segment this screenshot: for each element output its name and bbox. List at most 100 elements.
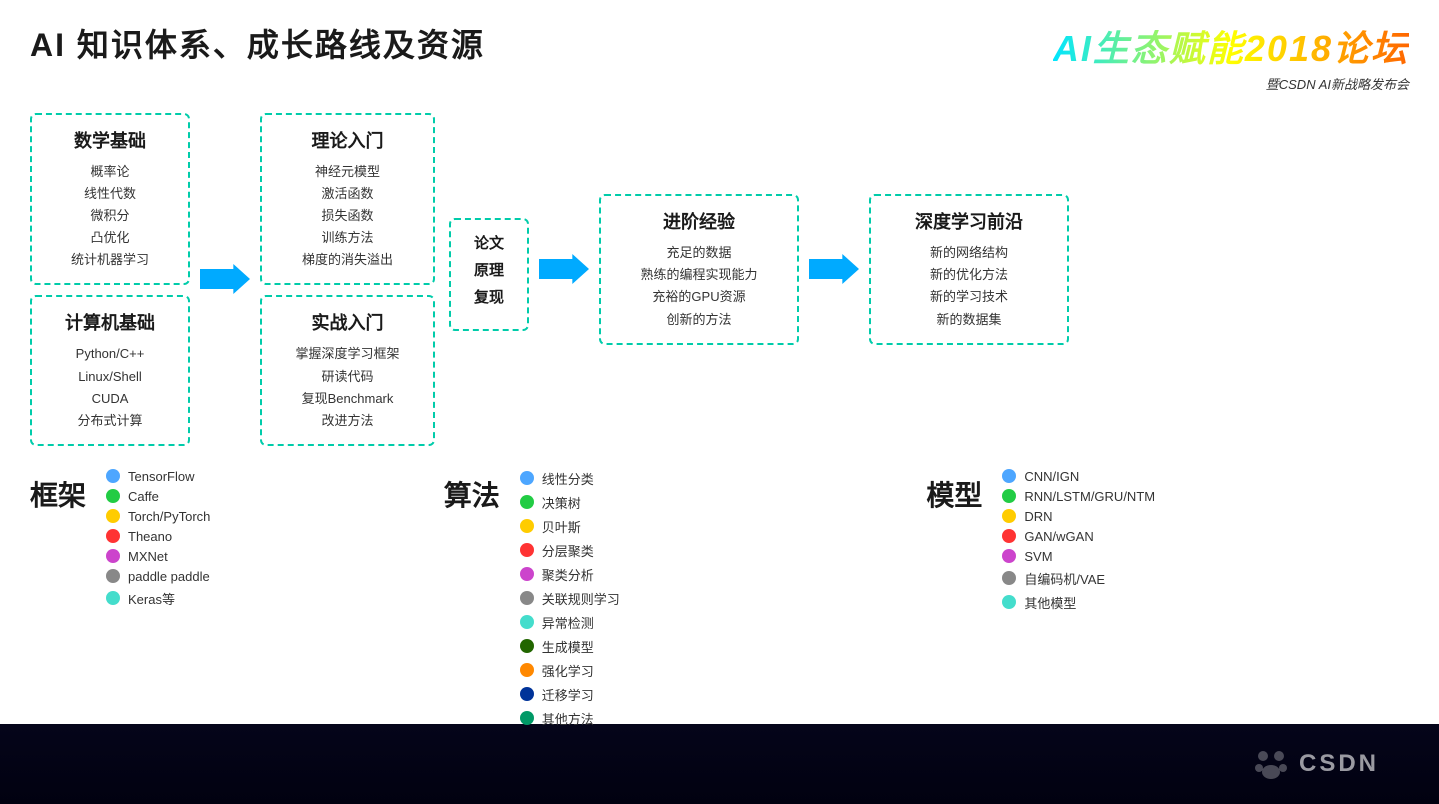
list-item: 自编码机/VAE (1002, 569, 1155, 588)
list-item: 分层聚类 (520, 541, 620, 560)
list-item: 聚类分析 (520, 565, 620, 584)
dot-mxnet (106, 549, 120, 563)
framework-mxnet: MXNet (128, 549, 168, 564)
algo-tree: 决策树 (542, 493, 581, 512)
list-item: SVM (1002, 549, 1155, 564)
models-label: 模型 (926, 474, 982, 514)
csdn-text: CSDN (1299, 750, 1379, 778)
dot-theano (106, 529, 120, 543)
model-cnn: CNN/IGN (1024, 469, 1079, 484)
algo-gen: 生成模型 (542, 637, 594, 656)
computer-title: 计算机基础 (48, 309, 172, 335)
algorithms-list: 线性分类 决策树 贝叶斯 分层聚类 聚类分析 (520, 469, 620, 728)
list-item: 其他模型 (1002, 593, 1155, 612)
dot-other-algo (520, 711, 534, 725)
algo-other: 其他方法 (542, 709, 594, 728)
dot-paddle (106, 569, 120, 583)
theory-title: 理论入门 (278, 127, 417, 153)
list-item: 迁移学习 (520, 685, 620, 704)
list-item: 线性分类 (520, 469, 620, 488)
logo-sub: 暨CSDN AI新战略发布会 (1266, 74, 1409, 93)
list-item: 其他方法 (520, 709, 620, 728)
dot-bayes (520, 519, 534, 533)
deep-items: 新的网络结构新的优化方法新的学习技术新的数据集 (887, 242, 1051, 330)
dot-tensorflow (106, 469, 120, 483)
csdn-icon (1251, 744, 1291, 784)
deep-box: 深度学习前沿 新的网络结构新的优化方法新的学习技术新的数据集 (869, 194, 1069, 344)
model-rnn: RNN/LSTM/GRU/NTM (1024, 489, 1155, 504)
algo-cluster: 聚类分析 (542, 565, 594, 584)
list-item: Keras等 (106, 589, 210, 608)
left-boxes: 数学基础 概率论线性代数微积分凸优化统计机器学习 计算机基础 Python/C+… (30, 113, 190, 446)
algo-transfer: 迁移学习 (542, 685, 594, 704)
dot-tree (520, 495, 534, 509)
logo-main: AI生态赋能2018论坛 (1053, 20, 1409, 72)
advanced-title: 进阶经验 (617, 208, 781, 234)
practice-title: 实战入门 (278, 309, 417, 335)
model-svm: SVM (1024, 549, 1052, 564)
dot-cnn (1002, 469, 1016, 483)
main-content: AI 知识体系、成长路线及资源 AI生态赋能2018论坛 暨CSDN AI新战略… (0, 0, 1439, 720)
list-item: DRN (1002, 509, 1155, 524)
csdn-logo: CSDN (1251, 744, 1379, 784)
list-item: Torch/PyTorch (106, 509, 210, 524)
top-diagram: 数学基础 概率论线性代数微积分凸优化统计机器学习 计算机基础 Python/C+… (30, 113, 1409, 446)
theory-box: 理论入门 神经元模型激活函数损失函数训练方法梯度的消失溢出 (260, 113, 435, 285)
dot-linear (520, 471, 534, 485)
list-item: CNN/IGN (1002, 469, 1155, 484)
algo-assoc: 关联规则学习 (542, 589, 620, 608)
framework-caffe: Caffe (128, 489, 159, 504)
math-title: 数学基础 (48, 127, 172, 153)
advanced-items: 充足的数据熟练的编程实现能力充裕的GPU资源创新的方法 (617, 242, 781, 330)
list-item: 异常检测 (520, 613, 620, 632)
practice-box: 实战入门 掌握深度学习框架研读代码复现Benchmark改进方法 (260, 295, 435, 445)
framework-paddle: paddle paddle (128, 569, 210, 584)
algo-bayes: 贝叶斯 (542, 517, 581, 536)
logo-area: AI生态赋能2018论坛 暨CSDN AI新战略发布会 (1053, 20, 1409, 93)
dot-gen (520, 639, 534, 653)
list-item: 贝叶斯 (520, 517, 620, 536)
dot-rl (520, 663, 534, 677)
list-item: MXNet (106, 549, 210, 564)
dot-svm (1002, 549, 1016, 563)
dot-hier (520, 543, 534, 557)
framework-keras: Keras等 (128, 589, 175, 608)
footer: CSDN (0, 724, 1439, 804)
dot-caffe (106, 489, 120, 503)
list-item: paddle paddle (106, 569, 210, 584)
dot-torch (106, 509, 120, 523)
framework-theano: Theano (128, 529, 172, 544)
model-other: 其他模型 (1024, 593, 1076, 612)
list-item: 强化学习 (520, 661, 620, 680)
dot-keras (106, 591, 120, 605)
algorithms-label: 算法 (444, 474, 500, 514)
dot-drn (1002, 509, 1016, 523)
algo-hier: 分层聚类 (542, 541, 594, 560)
list-item: GAN/wGAN (1002, 529, 1155, 544)
arrow2 (539, 249, 589, 289)
list-item: 关联规则学习 (520, 589, 620, 608)
arrow3 (809, 249, 859, 289)
practice-items: 掌握深度学习框架研读代码复现Benchmark改进方法 (278, 343, 417, 431)
bottom-section: 框架 TensorFlow Caffe Torch/PyTorch Theano (30, 464, 1409, 728)
model-gan: GAN/wGAN (1024, 529, 1093, 544)
list-item: TensorFlow (106, 469, 210, 484)
models-section: 模型 CNN/IGN RNN/LSTM/GRU/NTM DRN GAN/wGAN (926, 464, 1409, 728)
dot-assoc (520, 591, 534, 605)
page-title: AI 知识体系、成长路线及资源 (30, 20, 485, 66)
arrow1 (200, 259, 250, 299)
framework-tensorflow: TensorFlow (128, 469, 194, 484)
frameworks-section: 框架 TensorFlow Caffe Torch/PyTorch Theano (30, 464, 444, 728)
list-item: Caffe (106, 489, 210, 504)
frameworks-label: 框架 (30, 474, 86, 514)
paper-box: 论文原理复现 (449, 218, 529, 331)
models-list: CNN/IGN RNN/LSTM/GRU/NTM DRN GAN/wGAN SV… (1002, 469, 1155, 612)
math-box: 数学基础 概率论线性代数微积分凸优化统计机器学习 (30, 113, 190, 285)
theory-items: 神经元模型激活函数损失函数训练方法梯度的消失溢出 (278, 161, 417, 271)
framework-torch: Torch/PyTorch (128, 509, 210, 524)
dot-gan (1002, 529, 1016, 543)
math-items: 概率论线性代数微积分凸优化统计机器学习 (48, 161, 172, 271)
list-item: Theano (106, 529, 210, 544)
deep-title: 深度学习前沿 (887, 208, 1051, 234)
frameworks-list: TensorFlow Caffe Torch/PyTorch Theano MX… (106, 469, 210, 608)
